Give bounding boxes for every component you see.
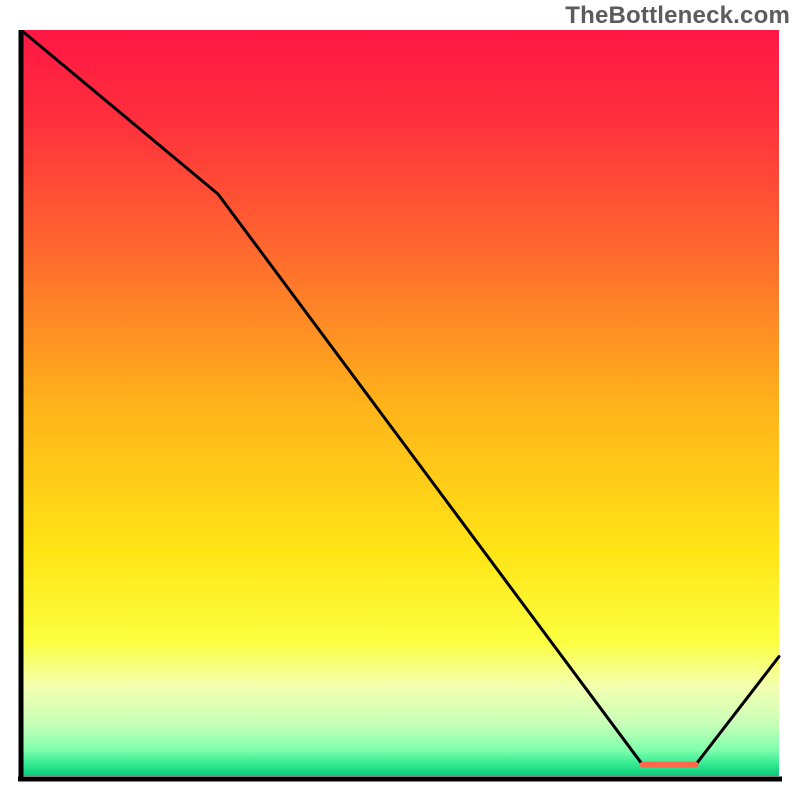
gradient-background xyxy=(21,30,779,776)
plot-frame xyxy=(18,30,782,782)
chart-container: TheBottleneck.com xyxy=(0,0,800,800)
watermark-text: TheBottleneck.com xyxy=(565,2,790,30)
plot-svg xyxy=(18,30,782,782)
